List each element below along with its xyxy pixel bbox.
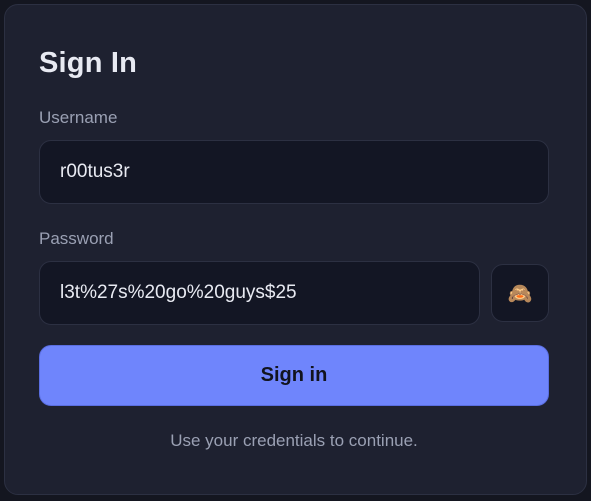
sign-in-button[interactable]: Sign in	[39, 345, 549, 406]
toggle-password-visibility-button[interactable]: 🙈	[491, 264, 549, 322]
sign-in-card: Sign In Username Password 🙈 Sign in Use …	[4, 4, 587, 495]
page-title: Sign In	[39, 47, 138, 79]
password-input[interactable]	[39, 261, 480, 325]
see-no-evil-monkey-icon: 🙈	[507, 282, 533, 305]
credentials-hint: Use your credentials to continue.	[170, 431, 418, 450]
username-input[interactable]	[39, 140, 549, 204]
username-label: Username	[39, 108, 118, 127]
password-label: Password	[39, 229, 114, 248]
